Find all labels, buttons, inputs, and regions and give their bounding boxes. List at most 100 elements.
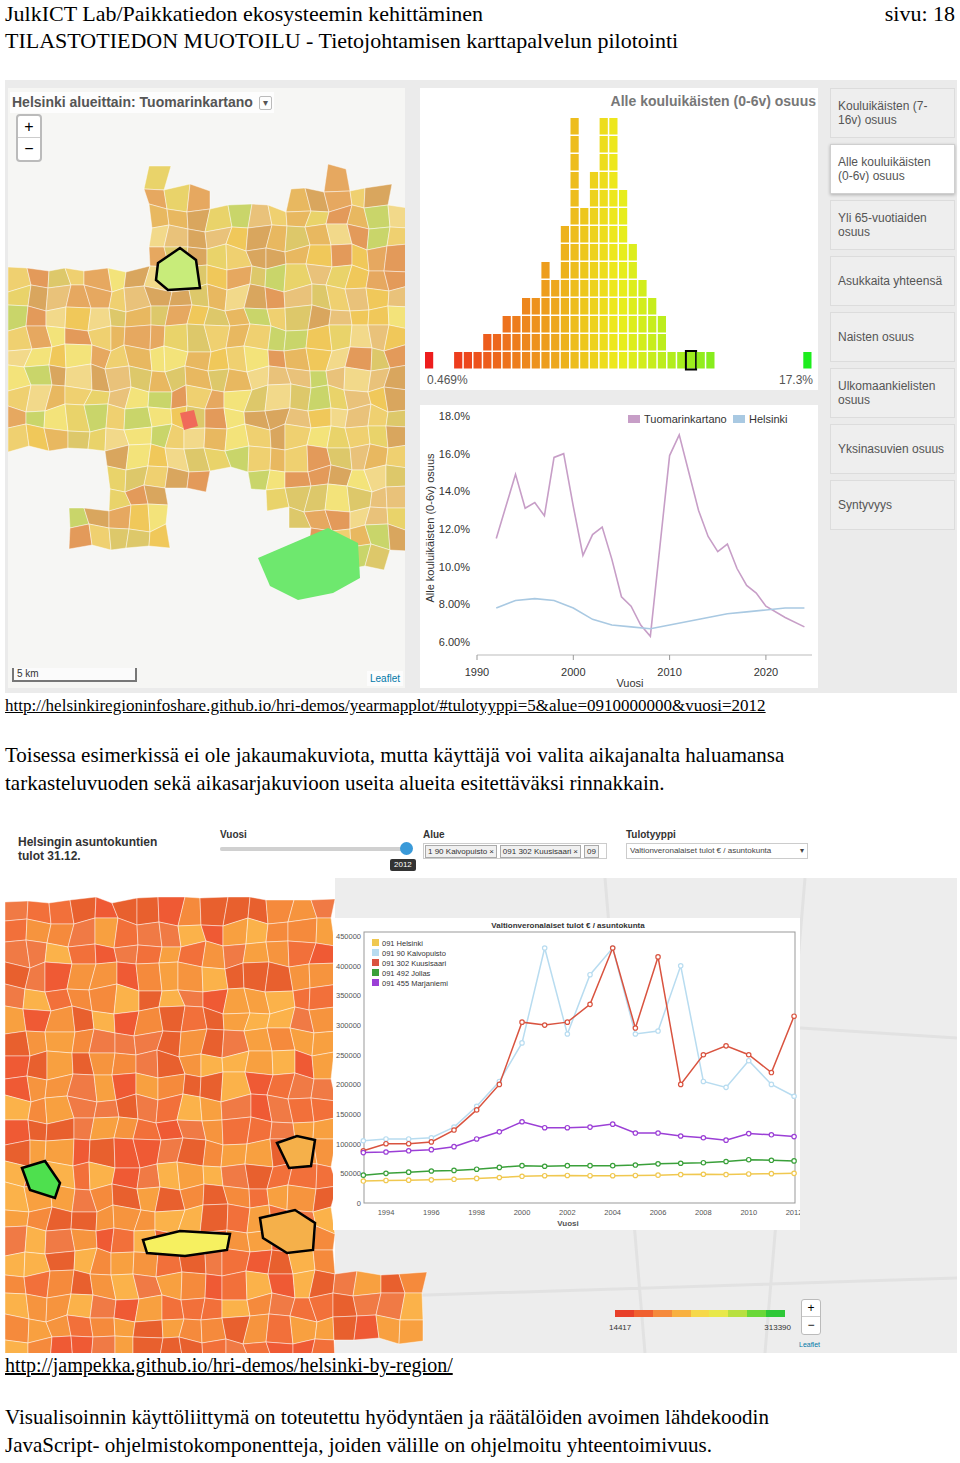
map-region[interactable] — [178, 897, 201, 926]
map-region[interactable] — [386, 410, 405, 427]
map-region[interactable] — [387, 227, 405, 246]
map-region[interactable] — [159, 962, 178, 991]
data-point[interactable] — [701, 1160, 705, 1164]
map-region[interactable] — [45, 1006, 75, 1032]
highlighted-region[interactable] — [156, 248, 200, 290]
histogram-bin[interactable] — [541, 262, 549, 369]
map-region[interactable] — [111, 1228, 134, 1253]
map-region[interactable] — [312, 1052, 334, 1079]
map-region[interactable] — [67, 1294, 93, 1318]
map-region[interactable] — [284, 348, 310, 371]
map-region[interactable] — [90, 1318, 115, 1337]
map-region[interactable] — [221, 1144, 247, 1167]
map-title[interactable]: Helsinki alueittain: Tuomarinkartano▾ — [10, 92, 274, 113]
map-region[interactable] — [225, 446, 249, 472]
url-link[interactable]: http://helsinkiregioninfoshare.github.io… — [0, 695, 960, 717]
map-region[interactable] — [388, 205, 405, 228]
map-region[interactable] — [328, 385, 348, 410]
data-point[interactable] — [679, 1172, 683, 1176]
data-point[interactable] — [747, 1131, 751, 1135]
map-region[interactable] — [26, 1294, 47, 1322]
histogram-bin[interactable] — [668, 352, 676, 369]
map-region[interactable] — [345, 404, 371, 428]
data-point[interactable] — [565, 1125, 569, 1129]
map-region[interactable] — [202, 941, 225, 969]
map-region[interactable] — [384, 387, 405, 412]
data-point[interactable] — [406, 1170, 410, 1174]
region-tag[interactable]: 1 90 Kaivopuisto× — [425, 845, 497, 858]
map-region[interactable] — [162, 1295, 184, 1320]
legend-item[interactable]: 091 Helsinki — [372, 939, 423, 948]
map-region[interactable] — [125, 306, 151, 327]
map-region[interactable] — [223, 918, 248, 946]
data-point[interactable] — [542, 1174, 546, 1178]
map-region[interactable] — [178, 962, 203, 992]
data-point[interactable] — [452, 1168, 456, 1172]
histogram-bin[interactable] — [600, 118, 608, 369]
data-point[interactable] — [792, 1171, 796, 1175]
map-region[interactable] — [133, 1252, 158, 1277]
histogram-bin[interactable] — [803, 352, 811, 369]
map-region[interactable] — [5, 1252, 25, 1277]
map-region[interactable] — [68, 944, 96, 964]
map-region[interactable] — [331, 244, 352, 267]
map-region[interactable] — [116, 1094, 138, 1119]
data-point[interactable] — [769, 1171, 773, 1175]
income-series[interactable] — [361, 946, 796, 1143]
legend-item[interactable]: Tuomarinkartano — [628, 413, 727, 425]
map-region[interactable] — [329, 310, 352, 325]
data-point[interactable] — [542, 1125, 546, 1129]
map-region[interactable] — [183, 1074, 201, 1097]
data-point[interactable] — [588, 1002, 592, 1006]
map-region[interactable] — [200, 1097, 222, 1121]
map-region[interactable] — [89, 1053, 115, 1075]
data-point[interactable] — [724, 1085, 728, 1089]
map-region[interactable] — [368, 306, 389, 325]
map-region[interactable] — [89, 524, 111, 550]
map-region[interactable] — [221, 1164, 249, 1189]
indicator-button[interactable]: Syntyvyys — [830, 480, 955, 530]
map-region[interactable] — [5, 1226, 27, 1256]
map-region[interactable] — [24, 1271, 50, 1298]
map-region[interactable] — [266, 470, 285, 490]
map-region[interactable] — [248, 446, 271, 472]
data-point[interactable] — [361, 1173, 365, 1177]
indicator-button[interactable]: Kouluikäisten (7-16v) osuus — [830, 88, 955, 138]
map-region[interactable] — [89, 1029, 115, 1053]
map-region[interactable] — [157, 1162, 180, 1190]
map-region[interactable] — [46, 1207, 72, 1231]
map-region[interactable] — [365, 507, 388, 525]
map-region[interactable] — [46, 307, 66, 328]
data-point[interactable] — [701, 1053, 705, 1057]
indicator-button[interactable]: Ulkomaankielisten osuus — [830, 368, 955, 418]
map-region[interactable] — [311, 899, 335, 918]
region-field[interactable]: 1 90 Kaivopuisto×091 302 Kuusisaari×09 — [423, 843, 607, 859]
map-region[interactable] — [325, 510, 350, 531]
data-point[interactable] — [361, 1139, 365, 1143]
map-region[interactable] — [67, 1315, 93, 1337]
data-point[interactable] — [452, 1144, 456, 1148]
histogram-bin[interactable] — [551, 280, 559, 369]
map-region[interactable] — [165, 467, 189, 488]
map-region[interactable] — [5, 901, 28, 921]
data-point[interactable] — [406, 1142, 410, 1146]
map-region[interactable] — [144, 166, 171, 190]
map-region[interactable] — [5, 1210, 29, 1227]
map-region[interactable] — [134, 1210, 155, 1231]
map-region[interactable] — [133, 1337, 163, 1353]
map-region[interactable] — [148, 407, 172, 427]
data-point[interactable] — [384, 1178, 388, 1182]
data-point[interactable] — [565, 1163, 569, 1167]
zoom-in-button[interactable]: + — [802, 1300, 820, 1317]
data-point[interactable] — [679, 1161, 683, 1165]
map-region[interactable] — [107, 466, 126, 492]
histogram-bin[interactable] — [677, 352, 685, 369]
dropdown-icon[interactable]: ▾ — [259, 96, 272, 110]
map-region[interactable] — [354, 1315, 379, 1340]
data-point[interactable] — [656, 1162, 660, 1166]
data-point[interactable] — [497, 1130, 501, 1134]
map-region[interactable] — [285, 472, 311, 488]
histogram-bin[interactable] — [474, 352, 482, 369]
map-region[interactable] — [288, 918, 317, 943]
data-point[interactable] — [384, 1171, 388, 1175]
